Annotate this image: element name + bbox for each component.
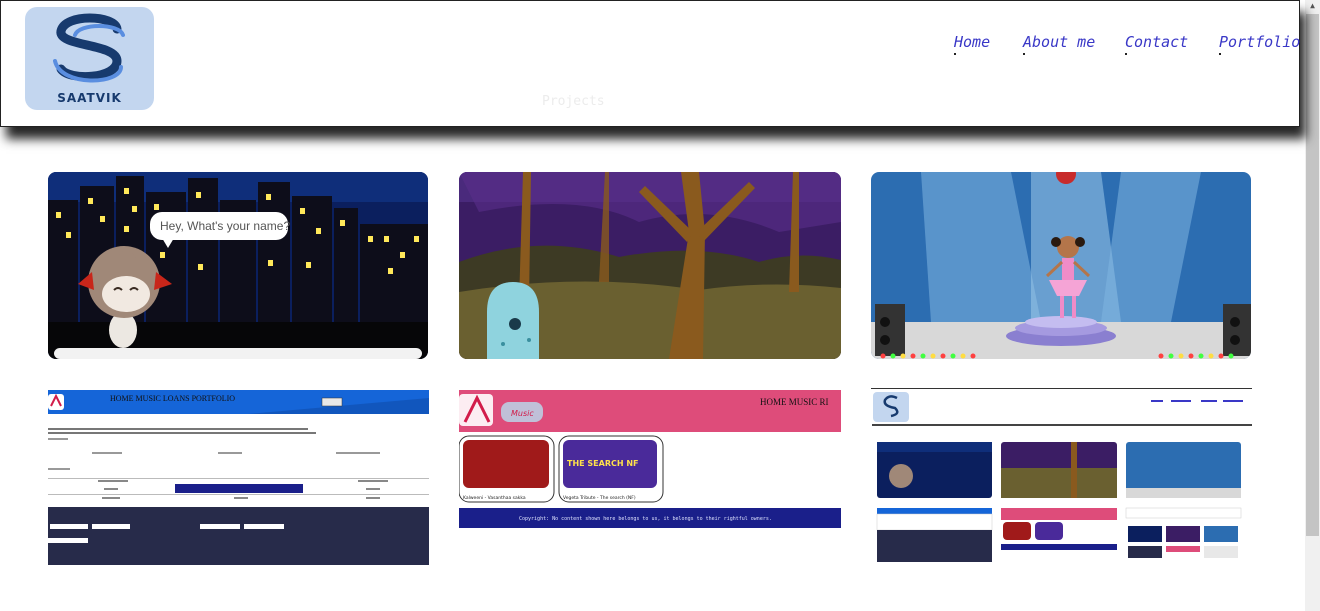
music-site-nav: HOME MUSIC RI <box>760 397 829 407</box>
project-card-forest[interactable] <box>459 172 841 359</box>
project-card-music-site[interactable]: Music HOME MUSIC RI Kalweeni - Vasanthaa… <box>459 390 841 530</box>
ghost-icon <box>487 282 539 359</box>
music-badge: Music <box>511 409 534 418</box>
track-1-title: Kalweeni - Vasanthaa sakka <box>463 495 526 501</box>
project-card-city[interactable]: Hey, What's your name? <box>48 172 428 359</box>
portfolio-site-preview <box>871 388 1252 562</box>
project-card-books-site[interactable]: HOME MUSIC LOANS PORTFOLIO <box>48 390 429 565</box>
scrollbar-thumb[interactable] <box>1306 14 1319 536</box>
scroll-up-icon[interactable]: ▲ <box>1307 0 1318 12</box>
section-title: Projects <box>542 94 605 109</box>
nav-home[interactable]: Home <box>954 33 990 55</box>
logo-text: SAATVIK <box>57 91 122 105</box>
project-card-portfolio-site[interactable] <box>871 388 1252 568</box>
books-site-nav: HOME MUSIC LOANS PORTFOLIO <box>110 394 235 403</box>
music-site-footer: Copyright: No content shown here belongs… <box>519 516 772 522</box>
nav-about[interactable]: About me <box>1023 33 1095 55</box>
track-2-title: Vegeta Tribute - The search (NF) <box>563 495 636 501</box>
site-header: SAATVIK Home About me Contact Portfolio <box>0 0 1300 127</box>
forest-scene <box>459 172 841 359</box>
speech-text: Hey, What's your name? <box>160 219 290 233</box>
logo[interactable]: SAATVIK <box>25 7 154 110</box>
books-site-preview: HOME MUSIC LOANS PORTFOLIO <box>48 390 429 565</box>
music-site-preview: Music HOME MUSIC RI Kalweeni - Vasanthaa… <box>459 390 841 528</box>
stage-scene <box>871 172 1251 359</box>
nav-contact[interactable]: Contact <box>1125 33 1188 55</box>
city-scene: Hey, What's your name? <box>48 172 428 359</box>
logo-mark-icon <box>53 13 125 83</box>
album-art-text: THE SEARCH NF <box>567 459 639 468</box>
project-card-dancer[interactable] <box>871 172 1251 359</box>
nav-portfolio[interactable]: Portfolio <box>1219 33 1300 55</box>
